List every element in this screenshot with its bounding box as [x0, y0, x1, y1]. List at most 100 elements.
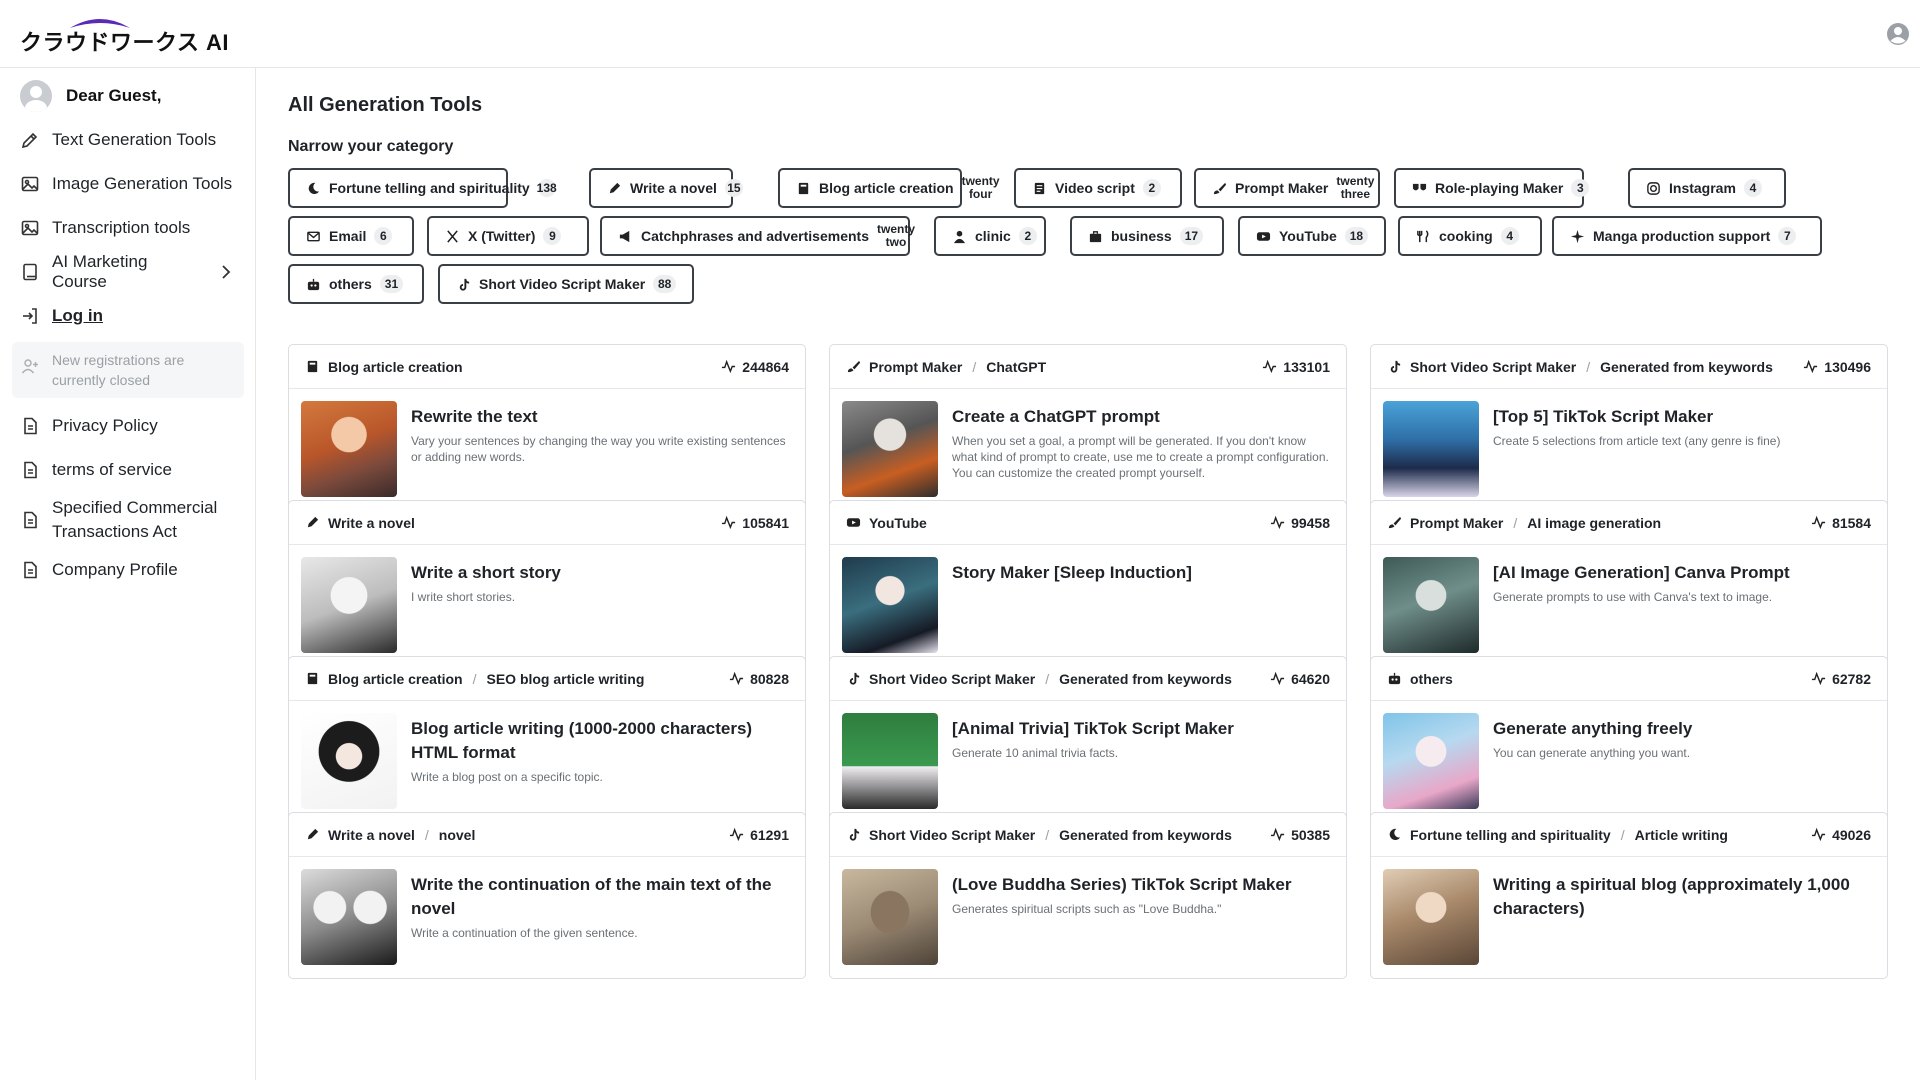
- chip-count: 4: [1743, 179, 1762, 197]
- category-chip-clinic[interactable]: clinic 2: [934, 216, 1046, 256]
- tool-card[interactable]: Blog article creation 244864 Rewrite the…: [288, 344, 806, 511]
- chip-count: twenty three: [1336, 174, 1375, 201]
- card-body: [Animal Trivia] TikTok Script Maker Gene…: [830, 701, 1346, 809]
- tool-card[interactable]: YouTube 99458 Story Maker [Sleep Inducti…: [829, 500, 1347, 667]
- card-header: Fortune telling and spirituality / Artic…: [1371, 813, 1887, 857]
- category-chip-fortune[interactable]: Fortune telling and spirituality 138: [288, 168, 557, 208]
- activity-icon: [730, 827, 744, 842]
- category-chip-prompt-maker[interactable]: Prompt Maker twenty three: [1194, 168, 1380, 208]
- activity-icon: [1271, 671, 1285, 686]
- chip-count: 138: [536, 179, 557, 197]
- pen-icon: [307, 828, 319, 840]
- logo[interactable]: クラウドワークス AI: [20, 14, 229, 54]
- category-chip-short-video[interactable]: Short Video Script Maker 88: [438, 264, 694, 304]
- activity-icon: [722, 515, 736, 530]
- sidebar-item-label: Transcription tools: [52, 218, 191, 237]
- tool-card[interactable]: Blog article creation / SEO blog article…: [288, 656, 806, 823]
- category-chip-novel[interactable]: Write a novel 15: [589, 168, 743, 208]
- login-link[interactable]: Log in: [52, 306, 103, 326]
- chip-label: Catchphrases and advertisements: [641, 228, 869, 244]
- brush-icon: [1213, 182, 1227, 194]
- sidebar-item-privacy-policy[interactable]: Privacy Policy: [0, 404, 256, 448]
- activity-icon: [1812, 515, 1826, 530]
- category-chip-manga[interactable]: Manga production support 7: [1552, 216, 1822, 256]
- image-icon: [21, 176, 39, 192]
- card-category: YouTube: [869, 514, 927, 531]
- card-body: (Love Buddha Series) TikTok Script Maker…: [830, 857, 1346, 965]
- card-header: Short Video Script Maker / Generated fro…: [830, 657, 1346, 701]
- category-chip-blog[interactable]: Blog article creation twenty four: [778, 168, 1000, 208]
- tool-card[interactable]: Prompt Maker / ChatGPT 133101 Create a C…: [829, 344, 1347, 511]
- chip-label: Manga production support: [1593, 228, 1771, 244]
- tool-card[interactable]: Short Video Script Maker / Generated fro…: [1370, 344, 1888, 511]
- card-thumbnail: [1383, 557, 1479, 653]
- chip-label: Fortune telling and spirituality: [329, 180, 530, 196]
- tool-card[interactable]: others 62782 Generate anything freely Yo…: [1370, 656, 1888, 823]
- card-views: 80828: [729, 671, 789, 687]
- tool-card[interactable]: Prompt Maker / AI image generation 81584…: [1370, 500, 1888, 667]
- card-views: 81584: [1811, 515, 1871, 531]
- book-icon: [307, 672, 318, 685]
- guest-greeting: Dear Guest,: [20, 80, 161, 112]
- activity-icon: [1812, 671, 1826, 686]
- view-count: 62782: [1832, 670, 1871, 687]
- card-thumbnail: [1383, 713, 1479, 809]
- card-subcategory: Article writing: [1634, 826, 1728, 843]
- category-chip-others[interactable]: others 31: [288, 264, 424, 304]
- card-body: Write a short story I write short storie…: [289, 545, 805, 653]
- card-body: [AI Image Generation] Canva Prompt Gener…: [1371, 545, 1887, 653]
- sidebar-item-image-generation[interactable]: Image Generation Tools: [0, 162, 256, 206]
- chip-label: Blog article creation: [819, 180, 954, 196]
- card-subcategory: Generated from keywords: [1059, 826, 1232, 843]
- notebook-icon: [23, 263, 37, 281]
- sidebar-item-commercial-act[interactable]: Specified Commercial Transactions Act: [0, 492, 256, 548]
- instagram-icon: [1647, 181, 1660, 195]
- sparkle-icon: [1570, 229, 1585, 243]
- image-icon: [21, 220, 39, 236]
- moon-icon: [308, 182, 320, 194]
- sidebar-item-transcription[interactable]: Transcription tools: [0, 206, 256, 250]
- category-chip-youtube[interactable]: YouTube 18: [1238, 216, 1386, 256]
- greeting-text: Dear Guest,: [66, 86, 162, 105]
- tool-card[interactable]: Short Video Script Maker / Generated fro…: [829, 812, 1347, 979]
- tool-card[interactable]: Write a novel 105841 Write a short story…: [288, 500, 806, 667]
- logo-arc-icon: [70, 19, 130, 28]
- card-title: Blog article writing (1000-2000 characte…: [411, 719, 753, 762]
- megaphone-icon: [619, 230, 630, 242]
- tool-card[interactable]: Short Video Script Maker / Generated fro…: [829, 656, 1347, 823]
- tool-card[interactable]: Write a novel / novel 61291 Write the co…: [288, 812, 806, 979]
- category-chip-business[interactable]: business 17: [1070, 216, 1224, 256]
- card-title: Write the continuation of the main text …: [411, 875, 772, 918]
- category-chip-twitter[interactable]: X (Twitter) 9: [427, 216, 589, 256]
- activity-icon: [1271, 827, 1285, 842]
- moon-icon: [1389, 828, 1401, 841]
- tool-card[interactable]: Fortune telling and spirituality / Artic…: [1370, 812, 1888, 979]
- category-chip-catchphrases[interactable]: Catchphrases and advertisements twenty t…: [600, 216, 915, 256]
- card-title: Generate anything freely: [1493, 719, 1693, 738]
- breadcrumb-separator: /: [972, 358, 977, 375]
- sidebar-item-text-generation[interactable]: Text Generation Tools: [0, 118, 256, 162]
- sidebar-item-ai-marketing-course[interactable]: AI Marketing Course: [0, 250, 256, 294]
- category-chip-instagram[interactable]: Instagram 4: [1628, 168, 1786, 208]
- chip-count: twenty four: [961, 174, 1000, 201]
- card-body: Write the continuation of the main text …: [289, 857, 805, 965]
- sidebar-item-label: Privacy Policy: [52, 416, 158, 435]
- card-description: I write short stories.: [411, 590, 516, 604]
- sidebar-item-company-profile[interactable]: Company Profile: [0, 548, 256, 592]
- robot-icon: [307, 278, 320, 290]
- card-category: Write a novel: [328, 514, 415, 531]
- briefcase-icon: [1089, 230, 1102, 242]
- category-chip-cooking[interactable]: cooking 4: [1398, 216, 1542, 256]
- card-description: Create 5 selections from article text (a…: [1493, 434, 1781, 448]
- category-chip-email[interactable]: Email 6: [288, 216, 414, 256]
- sidebar-item-login[interactable]: Log in: [0, 294, 256, 338]
- user-account-icon[interactable]: [1886, 22, 1910, 46]
- sidebar-item-terms[interactable]: terms of service: [0, 448, 256, 492]
- category-chip-role-playing[interactable]: Role-playing Maker 3: [1394, 168, 1590, 208]
- card-category: Short Video Script Maker: [869, 826, 1036, 843]
- chip-label: Short Video Script Maker: [479, 276, 646, 292]
- category-chip-video-script[interactable]: Video script 2: [1014, 168, 1182, 208]
- card-subcategory: novel: [438, 826, 476, 843]
- card-subcategory: AI image generation: [1527, 514, 1662, 531]
- brush-icon: [1388, 516, 1402, 529]
